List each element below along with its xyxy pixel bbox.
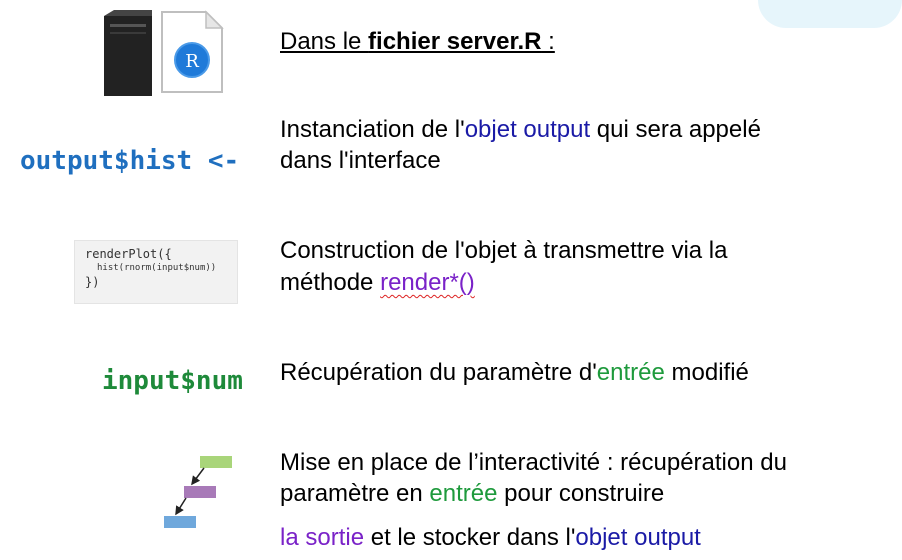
server-tower-icon (104, 10, 152, 96)
row3-entree: entrée (596, 359, 665, 386)
row4-text-c: et le stocker dans l' (364, 524, 576, 551)
render-code-snippet: renderPlot({ hist(rnorm(input$num)) }) (74, 240, 238, 304)
snippet-line: renderPlot({ (85, 247, 172, 261)
row4-text-b: pour construire (497, 480, 665, 507)
decorative-shape (758, 0, 902, 28)
snippet-line: hist(rnorm(input$num)) (97, 263, 217, 273)
row4-text-a: paramètre en (280, 480, 430, 507)
input-num-code: input$num (102, 366, 243, 396)
r-file-icon: R (161, 10, 224, 93)
row3-line1: Récupération du paramètre d'entrée modif… (280, 357, 749, 389)
row1-line1: Instanciation de l'objet output qui sera… (280, 114, 761, 146)
row3-text-a: Récupération du paramètre d' (280, 359, 597, 386)
row4-la-sortie: la sortie (280, 524, 365, 551)
row2-text-a: méthode (280, 269, 381, 296)
row1-objet-output: objet output (464, 116, 591, 143)
header-prefix: Dans le (280, 28, 369, 55)
row4-objet-output: objet output (575, 524, 701, 551)
output-hist-code: output$hist <- (20, 146, 240, 176)
row4-line2: paramètre en entrée pour construire (280, 478, 664, 510)
row4-line3: la sortie et le stocker dans l'objet out… (280, 522, 701, 554)
header-title: Dans le fichier server.R : (280, 26, 555, 58)
flow-diagram-icon (164, 456, 232, 528)
svg-text:R: R (185, 51, 199, 72)
header-file: fichier server.R (368, 28, 542, 55)
row2-render-method: render*() (380, 269, 475, 296)
row2-line2: méthode render*() (280, 267, 475, 299)
row2-line1: Construction de l'objet à transmettre vi… (280, 237, 728, 264)
row1-line2: dans l'interface (280, 147, 441, 174)
header-suffix: : (541, 28, 555, 55)
row1-text-a: Instanciation de l' (280, 116, 465, 143)
row3-text-b: modifié (664, 359, 749, 386)
row4-line1: Mise en place de l’interactivité : récup… (280, 449, 787, 476)
snippet-line: }) (85, 275, 100, 289)
row4-entree: entrée (429, 480, 498, 507)
row1-text-b: qui sera appelé (590, 116, 761, 143)
